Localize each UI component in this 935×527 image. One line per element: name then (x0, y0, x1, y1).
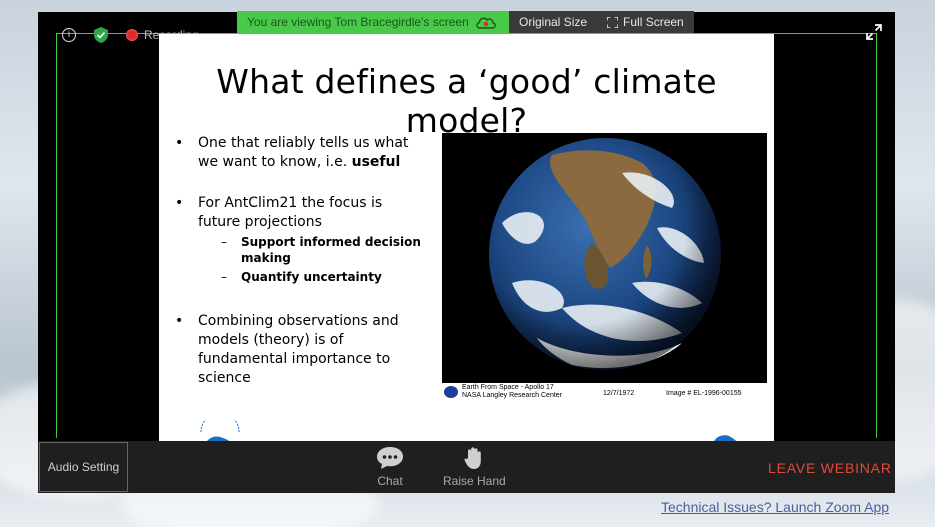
caption-date: 12/7/1972 (603, 390, 635, 397)
full-screen-button[interactable]: Full Screen (607, 15, 684, 29)
audio-setting-button[interactable]: Audio Setting (39, 442, 128, 492)
raise-hand-button[interactable]: Raise Hand (443, 446, 506, 488)
chat-icon (377, 447, 403, 469)
partner-logo-icon (714, 435, 737, 441)
full-screen-label: Full Screen (623, 15, 684, 29)
raise-hand-icon (464, 447, 482, 469)
encryption-shield-icon[interactable] (94, 27, 108, 43)
full-screen-icon (607, 16, 619, 28)
chat-button[interactable]: Chat (376, 446, 404, 488)
presentation-slide: What defines a ‘good’ climate model? • O… (159, 34, 774, 441)
bullet-item: • Combining observations and models (the… (175, 313, 399, 386)
sub-bullet-item: – Support informed decision making (221, 235, 421, 265)
original-size-button[interactable]: Original Size (519, 15, 587, 29)
expand-icon[interactable] (866, 24, 882, 40)
recording-dot-icon (126, 29, 138, 41)
caption-image-id: Image # EL-1996-00155 (666, 390, 742, 397)
caption-source: NASA Langley Research Center (462, 392, 562, 399)
bullet-item: • For AntClim21 the focus is future proj… (175, 195, 383, 230)
screen-share-banner: You are viewing Tom Bracegirdle's screen… (237, 11, 694, 33)
nasa-logo-icon (444, 386, 458, 398)
leave-webinar-button[interactable]: LEAVE WEBINAR (768, 460, 892, 476)
cloud-recording-icon (475, 17, 496, 29)
view-options: Original Size Full Screen (509, 11, 694, 33)
antclim-logo-icon (200, 420, 240, 441)
launch-zoom-app-link[interactable]: Technical Issues? Launch Zoom App (661, 499, 889, 515)
chat-label: Chat (377, 474, 403, 488)
bullet-item: • One that reliably tells us what we wan… (175, 135, 409, 170)
caption-title: Earth From Space - Apollo 17 (462, 384, 554, 391)
info-icon[interactable]: i (62, 28, 76, 42)
slide-title: What defines a ‘good’ climate model? (216, 62, 717, 140)
viewing-text: You are viewing Tom Bracegirdle's screen (247, 15, 469, 29)
earth-image (442, 133, 767, 383)
raise-hand-label: Raise Hand (443, 474, 506, 488)
viewing-notice: You are viewing Tom Bracegirdle's screen (237, 11, 509, 33)
sub-bullet-item: – Quantify uncertainty (221, 270, 382, 284)
